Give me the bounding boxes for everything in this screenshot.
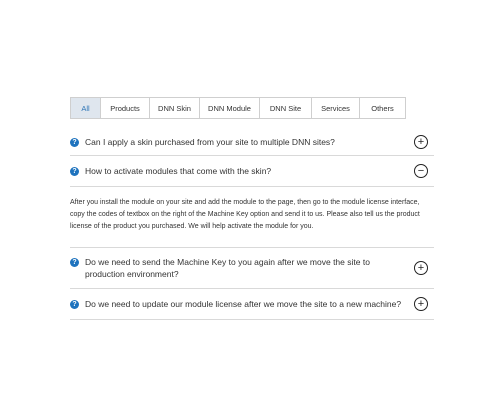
faq-item: ? How to activate modules that come with…	[70, 156, 434, 248]
faq-item: ? Do we need to send the Machine Key to …	[70, 248, 434, 289]
faq-question-row[interactable]: ? Can I apply a skin purchased from your…	[70, 129, 434, 155]
faq-question: Do we need to update our module license …	[85, 299, 402, 309]
faq-question: Can I apply a skin purchased from your s…	[85, 137, 335, 147]
faq-question-row[interactable]: ? Do we need to send the Machine Key to …	[70, 248, 434, 288]
faq-list: ? Can I apply a skin purchased from your…	[70, 129, 434, 320]
expand-icon[interactable]: +	[414, 261, 428, 275]
expand-icon[interactable]: +	[414, 135, 428, 149]
faq-question-row[interactable]: ? How to activate modules that come with…	[70, 156, 434, 187]
faq-question: Do we need to send the Machine Key to yo…	[85, 257, 370, 279]
tab-others[interactable]: Others	[360, 97, 406, 119]
question-icon: ?	[70, 258, 79, 267]
category-tabs: All Products DNN Skin DNN Module DNN Sit…	[70, 97, 434, 119]
faq-question: How to activate modules that come with t…	[85, 166, 272, 176]
expand-icon[interactable]: +	[414, 297, 428, 311]
faq-widget: All Products DNN Skin DNN Module DNN Sit…	[70, 97, 434, 320]
tab-dnn-skin[interactable]: DNN Skin	[150, 97, 200, 119]
question-icon: ?	[70, 300, 79, 309]
tab-all[interactable]: All	[70, 97, 101, 119]
collapse-icon[interactable]: −	[414, 164, 428, 178]
tab-dnn-module[interactable]: DNN Module	[200, 97, 260, 119]
question-icon: ?	[70, 167, 79, 176]
question-icon: ?	[70, 138, 79, 147]
faq-item: ? Do we need to update our module licens…	[70, 289, 434, 320]
faq-answer: After you install the module on your sit…	[70, 199, 420, 230]
tab-products[interactable]: Products	[101, 97, 150, 119]
faq-item: ? Can I apply a skin purchased from your…	[70, 129, 434, 156]
tab-dnn-site[interactable]: DNN Site	[260, 97, 312, 119]
tab-services[interactable]: Services	[312, 97, 360, 119]
faq-question-row[interactable]: ? Do we need to update our module licens…	[70, 289, 434, 319]
